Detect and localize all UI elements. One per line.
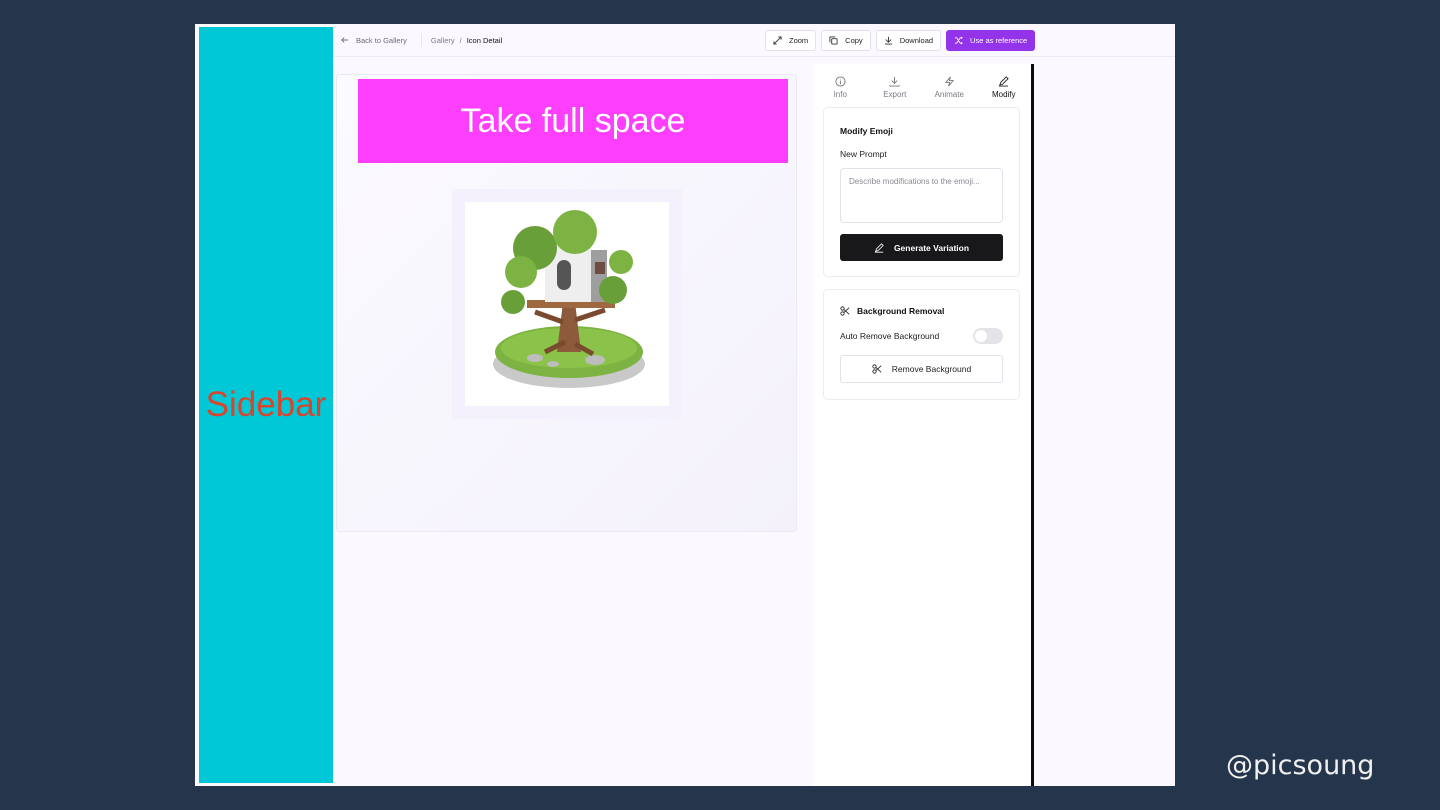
download-button[interactable]: Download <box>875 30 942 51</box>
preview-canvas: Take full space <box>336 74 797 532</box>
treehouse-illustration <box>493 210 645 388</box>
tab-info[interactable]: Info <box>813 69 868 105</box>
breadcrumb-separator: / <box>459 35 462 45</box>
copy-button[interactable]: Copy <box>821 30 871 51</box>
lightning-icon <box>944 76 954 86</box>
shuffle-icon <box>954 36 963 45</box>
tab-animate-label: Animate <box>934 89 964 99</box>
copy-label: Copy <box>845 36 863 45</box>
background-removal-heading: Background Removal <box>840 306 944 316</box>
copy-icon <box>829 36 838 45</box>
app-window: Sidebar Back to Gallery Gallery / Icon D… <box>195 24 1175 786</box>
zoom-label: Zoom <box>789 36 809 45</box>
remove-background-label: Remove Background <box>891 364 972 374</box>
tab-export[interactable]: Export <box>868 69 923 105</box>
top-bar: Back to Gallery Gallery / Icon Detail Zo… <box>333 24 1175 57</box>
scissors-icon <box>840 306 850 316</box>
tab-animate[interactable]: Animate <box>922 69 977 105</box>
remove-background-button[interactable]: Remove Background <box>840 355 1003 383</box>
auto-remove-label: Auto Remove Background <box>840 331 940 341</box>
download-icon <box>889 76 900 87</box>
tab-modify[interactable]: Modify <box>976 69 1031 105</box>
breadcrumb-gallery[interactable]: Gallery <box>431 36 455 45</box>
breadcrumb-current: Icon Detail <box>466 35 503 45</box>
emoji-preview-frame <box>452 189 682 419</box>
auto-remove-toggle[interactable] <box>973 328 1003 344</box>
annotation-banner: Take full space <box>358 79 788 163</box>
details-panel: Info Export Animate Modify Modify Emoji … <box>813 64 1034 786</box>
zoom-button[interactable]: Zoom <box>765 30 817 51</box>
sidebar: Sidebar <box>199 27 333 783</box>
watermark: @picsoung <box>1226 750 1375 781</box>
expand-icon <box>773 36 782 45</box>
toggle-knob <box>975 330 987 342</box>
arrow-left-icon <box>341 37 349 43</box>
use-as-reference-button[interactable]: Use as reference <box>946 30 1036 51</box>
back-label: Back to Gallery <box>356 35 407 45</box>
use-as-reference-label: Use as reference <box>970 36 1028 45</box>
background-removal-title: Background Removal <box>857 306 945 316</box>
sidebar-label: Sidebar <box>205 385 327 424</box>
download-icon <box>884 36 892 45</box>
generate-variation-button[interactable]: Generate Variation <box>840 234 1003 261</box>
pencil-icon <box>874 242 884 253</box>
banner-text: Take full space <box>460 101 686 140</box>
download-label: Download <box>899 36 934 45</box>
back-to-gallery-link[interactable]: Back to Gallery <box>341 36 407 45</box>
breadcrumb: Gallery / Icon Detail <box>420 34 503 46</box>
new-prompt-label: New Prompt <box>840 149 887 159</box>
modify-emoji-title: Modify Emoji <box>840 126 893 136</box>
tab-info-label: Info <box>833 89 847 99</box>
tab-modify-label: Modify <box>991 89 1016 99</box>
emoji-image[interactable] <box>465 202 669 406</box>
pencil-icon <box>999 75 1009 87</box>
panel-tabs: Info Export Animate Modify <box>813 69 1031 105</box>
scissors-icon <box>872 364 882 374</box>
prompt-textarea[interactable]: Describe modifications to the emoji... <box>840 168 1003 223</box>
tab-export-label: Export <box>883 89 907 99</box>
background-removal-card: Background Removal Auto Remove Backgroun… <box>823 289 1020 400</box>
modify-emoji-card: Modify Emoji New Prompt Describe modific… <box>823 107 1020 277</box>
info-icon <box>835 75 846 87</box>
toolbar-actions: Zoom Copy Download Use as reference <box>765 30 1036 51</box>
generate-variation-label: Generate Variation <box>893 242 970 253</box>
